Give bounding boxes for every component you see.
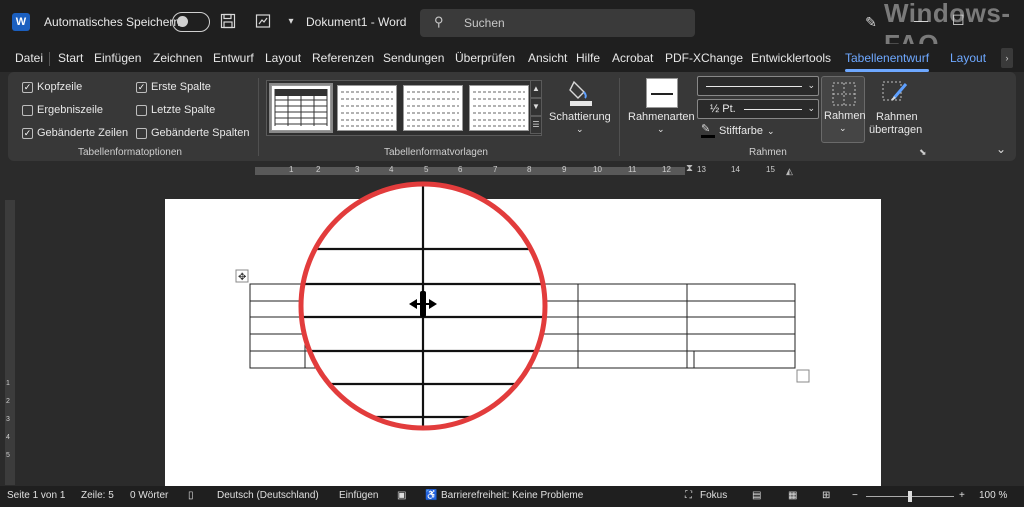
status-words[interactable]: 0 Wörter	[130, 490, 168, 501]
zoom-slider-thumb[interactable]	[908, 491, 912, 502]
status-page[interactable]: Seite 1 von 1	[7, 490, 65, 501]
status-focus[interactable]: Fokus	[700, 490, 727, 501]
web-layout-icon[interactable]: ⊞	[822, 490, 830, 501]
proofing-icon[interactable]: ▯	[188, 490, 194, 501]
read-mode-icon[interactable]: ▤	[752, 490, 761, 501]
table-resize-handle-icon	[796, 369, 810, 383]
status-language[interactable]: Deutsch (Deutschland)	[217, 490, 319, 501]
move-arrows-glyph: ✥	[238, 272, 246, 283]
status-mode[interactable]: Einfügen	[339, 490, 378, 501]
table-overlay: ✥	[235, 181, 810, 431]
status-accessibility[interactable]: Barrierefreiheit: Keine Probleme	[441, 490, 583, 501]
print-layout-icon[interactable]: ▦	[788, 490, 797, 501]
status-line[interactable]: Zeile: 5	[81, 490, 114, 501]
macro-icon[interactable]: ▣	[397, 490, 406, 501]
zoom-out-button[interactable]: −	[852, 490, 858, 501]
accessibility-icon[interactable]: ♿	[425, 490, 437, 501]
status-bar: Seite 1 von 1 Zeile: 5 0 Wörter ▯ Deutsc…	[0, 486, 1024, 507]
zoom-level[interactable]: 100 %	[979, 490, 1007, 501]
focus-icon[interactable]: ⛶	[685, 490, 692, 501]
zoom-in-button[interactable]: +	[959, 490, 965, 501]
